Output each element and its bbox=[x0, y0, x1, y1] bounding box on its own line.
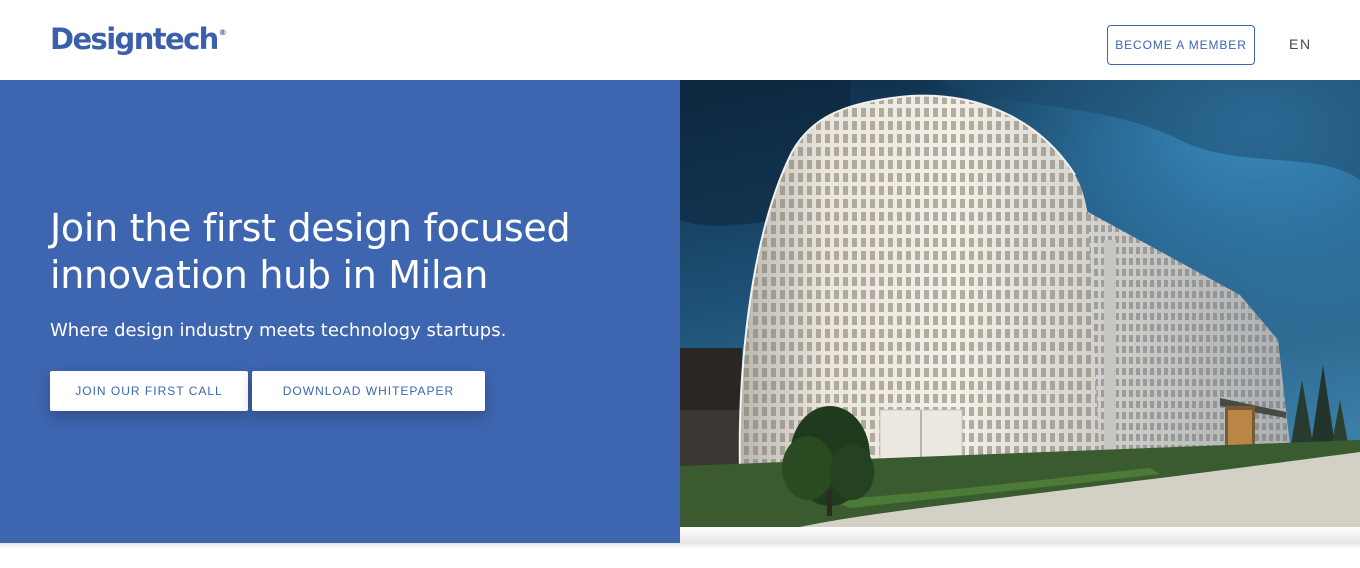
hero-subtitle: Where design industry meets technology s… bbox=[50, 320, 507, 341]
language-selector[interactable]: EN bbox=[1289, 36, 1312, 52]
become-member-button[interactable]: BECOME A MEMBER bbox=[1107, 25, 1255, 65]
hero-building-image bbox=[680, 80, 1360, 527]
hero-panel: Join the first design focused innovation… bbox=[0, 80, 680, 543]
image-bottom-strip bbox=[680, 527, 1360, 543]
logo-text: Designtech bbox=[50, 22, 219, 56]
join-first-call-button[interactable]: JOIN OUR FIRST CALL bbox=[50, 371, 248, 411]
designtech-logo[interactable]: Designtech® bbox=[50, 20, 227, 58]
hero-title: Join the first design focused innovation… bbox=[50, 206, 571, 297]
registered-mark: ® bbox=[218, 28, 227, 37]
hero-bottom-shadow bbox=[0, 543, 1360, 549]
site-header: Designtech® BECOME A MEMBER EN bbox=[0, 0, 1360, 80]
download-whitepaper-button[interactable]: DOWNLOAD WHITEPAPER bbox=[252, 371, 485, 411]
